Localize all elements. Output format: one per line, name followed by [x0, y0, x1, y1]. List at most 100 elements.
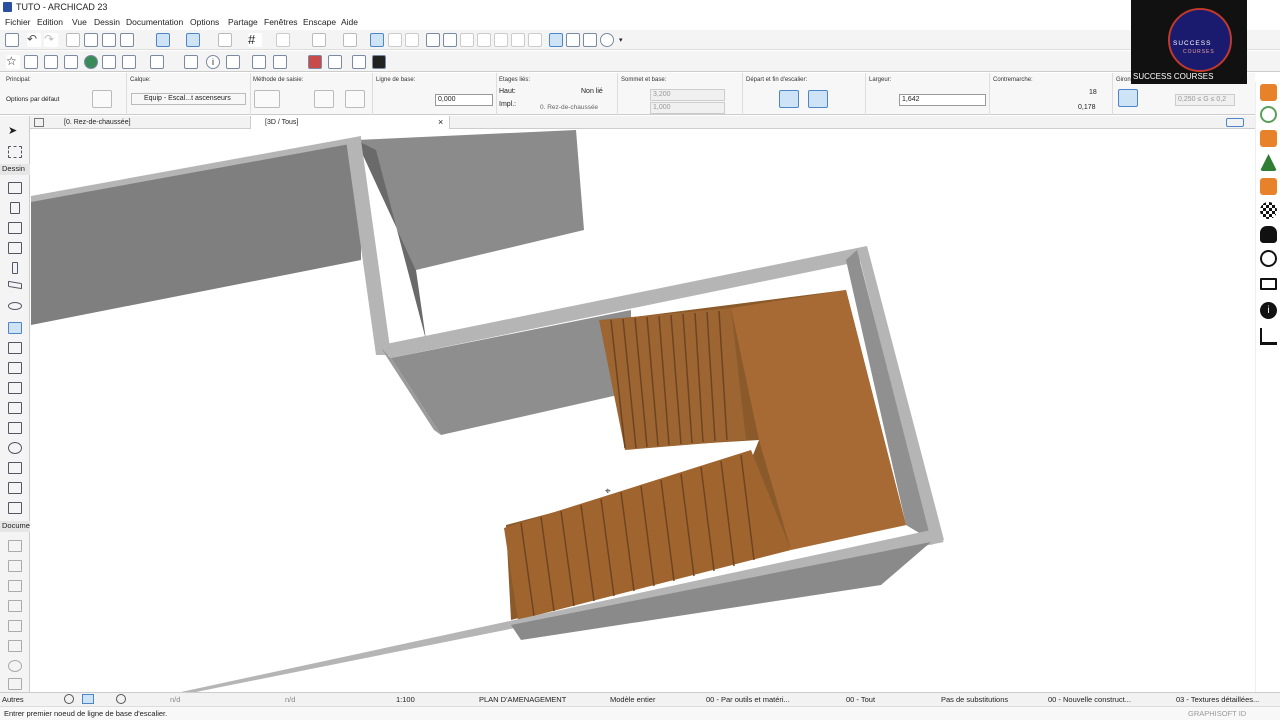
zone-tool-icon[interactable]: [8, 462, 22, 474]
object-tool-icon[interactable]: [8, 242, 22, 254]
trim-icon[interactable]: [426, 33, 440, 47]
intersect-icon[interactable]: [477, 33, 491, 47]
line-tool-icon[interactable]: [8, 640, 22, 652]
inject-icon[interactable]: [102, 33, 116, 47]
mark-icon[interactable]: [328, 55, 342, 69]
tab-floor-plan[interactable]: [0. Rez-de-chaussée]: [50, 116, 270, 129]
autres-label[interactable]: Autres: [2, 695, 24, 704]
3d-viewport[interactable]: ⌖: [31, 130, 1255, 692]
menu-fichier[interactable]: Fichier: [5, 17, 31, 27]
undo-icon[interactable]: ↶: [27, 33, 41, 47]
publish-icon[interactable]: [64, 55, 78, 69]
column-tool-icon[interactable]: [12, 262, 18, 274]
view-map-icon[interactable]: [24, 55, 38, 69]
grid-icon[interactable]: #: [248, 33, 262, 47]
pick-icon[interactable]: [84, 33, 98, 47]
mesh-tool-icon[interactable]: [8, 402, 22, 414]
magic-wand-icon[interactable]: [549, 33, 563, 47]
zoom-in-icon[interactable]: [64, 694, 74, 704]
filter-icon[interactable]: [150, 55, 164, 69]
tread-icon[interactable]: [1118, 89, 1138, 107]
riser-count[interactable]: 18: [1089, 89, 1097, 96]
polyline-tool-icon[interactable]: [8, 678, 22, 690]
fillet-icon[interactable]: [494, 33, 508, 47]
link-icon[interactable]: [352, 55, 366, 69]
save-icon[interactable]: [5, 33, 19, 47]
delete-icon[interactable]: [405, 33, 419, 47]
haut-value[interactable]: Non lié: [581, 88, 603, 95]
menu-documentation[interactable]: Documentation: [126, 17, 183, 27]
tread-rule-icon[interactable]: [1150, 89, 1170, 107]
status-scale[interactable]: 1:100: [396, 695, 415, 704]
snap-guides-icon[interactable]: [186, 33, 200, 47]
start-end-4-icon[interactable]: [837, 90, 857, 108]
menu-lines-icon[interactable]: [1260, 130, 1277, 147]
redo-icon[interactable]: ↷: [44, 33, 58, 47]
railing-tool-icon[interactable]: [8, 342, 22, 354]
group-icon[interactable]: [370, 33, 384, 47]
zoom-fit-icon[interactable]: [116, 694, 126, 704]
enscape-icon[interactable]: [372, 55, 386, 69]
menu-partage[interactable]: Partage: [228, 17, 258, 27]
pen-icon[interactable]: [120, 33, 134, 47]
impl-value[interactable]: 0. Rez-de-chaussée: [540, 104, 598, 111]
split-icon[interactable]: [443, 33, 457, 47]
arrow-tool-icon[interactable]: ➤: [8, 126, 22, 138]
box-icon[interactable]: [312, 33, 326, 47]
marquee-tool-icon[interactable]: [8, 146, 22, 158]
height-icon[interactable]: [624, 93, 644, 111]
top-height-input[interactable]: 3,200: [650, 89, 725, 101]
gear-icon[interactable]: [1260, 250, 1277, 267]
fit-icon[interactable]: [66, 33, 80, 47]
riser-height[interactable]: 0,178: [1078, 104, 1096, 111]
status-substitutions[interactable]: Pas de substitutions: [941, 695, 1008, 704]
navigator-icon[interactable]: [34, 118, 44, 127]
mail-icon[interactable]: [1260, 278, 1277, 290]
layer-select[interactable]: Equip - Escal...t ascenseurs: [131, 93, 246, 105]
floor-plan-icon[interactable]: [102, 55, 116, 69]
upload-icon[interactable]: [1260, 226, 1277, 243]
guide-lines-icon[interactable]: [156, 33, 170, 47]
view-options-icon[interactable]: [1226, 118, 1244, 127]
tag-icon[interactable]: [273, 55, 287, 69]
settings-stair-icon[interactable]: [92, 90, 112, 108]
status-modele[interactable]: Modèle entier: [610, 695, 655, 704]
menu-edition[interactable]: Edition: [37, 17, 63, 27]
fill-tool-icon[interactable]: [8, 620, 22, 632]
palette-icon[interactable]: [308, 55, 322, 69]
menu-vue[interactable]: Vue: [72, 17, 87, 27]
section-icon[interactable]: [252, 55, 266, 69]
stair-tool-icon[interactable]: [8, 322, 22, 334]
window-tool-icon[interactable]: [8, 222, 22, 234]
status-tout[interactable]: 00 - Tout: [846, 695, 875, 704]
arc-tool-icon[interactable]: [8, 660, 22, 672]
slab-tool-icon[interactable]: [8, 302, 22, 310]
tab-3d[interactable]: [3D / Tous]: [250, 116, 450, 129]
cart-icon[interactable]: [1260, 328, 1277, 345]
start-end-3-icon[interactable]: [808, 90, 828, 108]
start-end-2-icon[interactable]: [779, 90, 799, 108]
tree-icon[interactable]: [1260, 154, 1277, 171]
menu-dessin[interactable]: Dessin: [94, 17, 120, 27]
globe-icon[interactable]: [84, 55, 98, 69]
menu-fenetres[interactable]: Fenêtres: [264, 17, 298, 27]
width-input[interactable]: 1,642: [899, 94, 986, 106]
riser-icon[interactable]: [996, 88, 1012, 112]
sync-icon[interactable]: [1260, 106, 1277, 123]
start-end-1-icon[interactable]: [750, 90, 770, 108]
menu-enscape[interactable]: Enscape: [303, 17, 336, 27]
lock-icon[interactable]: [343, 33, 357, 47]
close-tab-icon[interactable]: ×: [438, 117, 443, 127]
level-tool-icon[interactable]: [8, 560, 22, 572]
status-plan[interactable]: PLAN D'AMENAGEMENT: [479, 695, 566, 704]
home-icon[interactable]: [528, 33, 542, 47]
offset-icon[interactable]: [511, 33, 525, 47]
enscape-start-icon[interactable]: [1260, 84, 1277, 101]
info-icon[interactable]: i: [206, 55, 220, 69]
tread-range[interactable]: 0,250 ≤ G ≤ 0,2: [1175, 94, 1235, 106]
wall-tool-icon[interactable]: [8, 182, 22, 194]
roof-tool-icon[interactable]: [8, 362, 22, 374]
geometry-method-icon[interactable]: [254, 90, 280, 108]
stair-method-2-icon[interactable]: [345, 90, 365, 108]
skylight-tool-icon[interactable]: [8, 502, 22, 514]
